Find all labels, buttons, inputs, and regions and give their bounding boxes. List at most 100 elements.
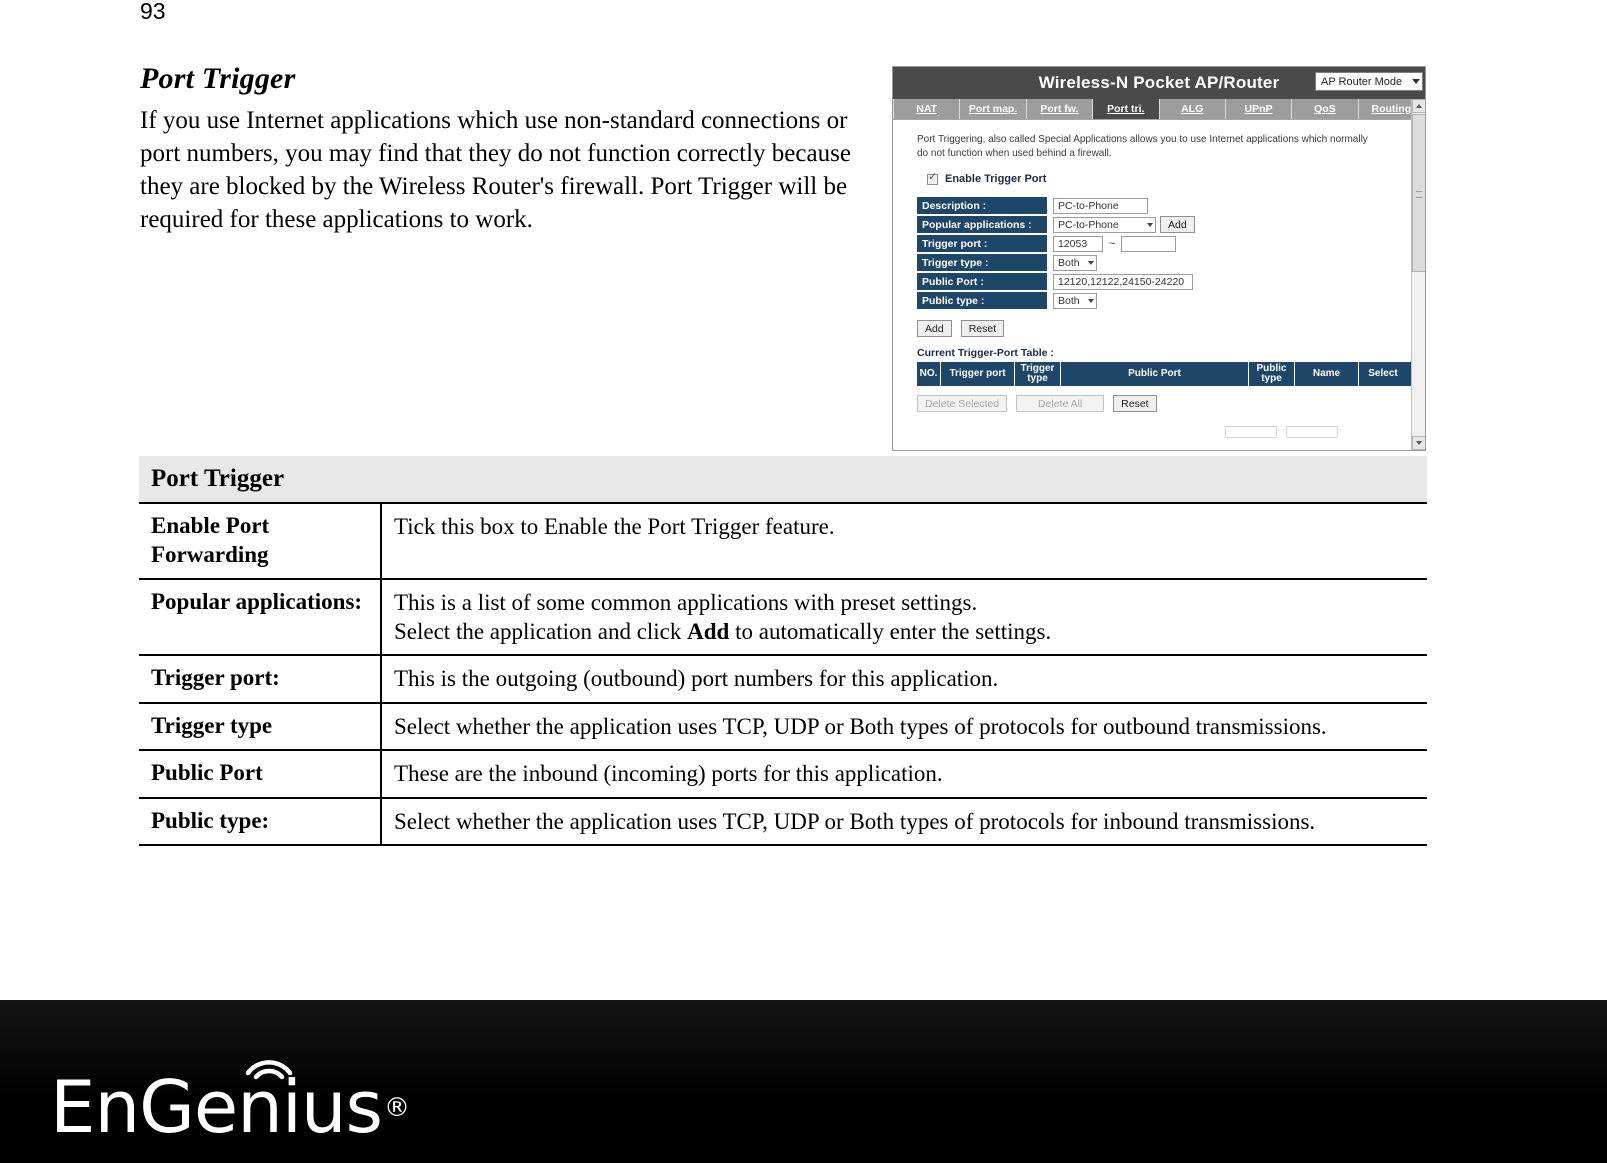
- tab-alg[interactable]: ALG: [1159, 99, 1226, 119]
- table-action-buttons: Delete Selected Delete All Reset: [917, 395, 1413, 412]
- chevron-down-icon: [1412, 79, 1420, 84]
- row-key-trigger-port: Trigger port:: [139, 655, 382, 704]
- section-paragraph: If you use Internet applications which u…: [140, 107, 851, 233]
- tab-qos[interactable]: QoS: [1292, 99, 1359, 119]
- table-reset-button[interactable]: Reset: [1113, 395, 1157, 412]
- public-port-input[interactable]: 12120,12122,24150-24220: [1053, 273, 1193, 290]
- router-web-ui-screenshot: Wireless-N Pocket AP/Router AP Router Mo…: [892, 66, 1426, 451]
- public-type-select[interactable]: Both: [1053, 292, 1097, 309]
- enable-trigger-port-row[interactable]: Enable Trigger Port: [927, 172, 1413, 185]
- port-trigger-form: Description : PC-to-Phone Popular applic…: [917, 197, 1413, 309]
- form-row-public-port: Public Port : 12120,12122,24150-24220: [917, 273, 1413, 290]
- scroll-down-arrow-icon[interactable]: [1412, 436, 1425, 450]
- operation-mode-select[interactable]: AP Router Mode: [1315, 72, 1423, 91]
- column-trigger-port: Trigger port: [941, 362, 1015, 386]
- scrollbar-thumb[interactable]: [1412, 114, 1425, 272]
- column-public-type: Public type: [1249, 362, 1295, 386]
- table-caption-row: Port Trigger: [139, 456, 1427, 504]
- tab-port-fw[interactable]: Port fw.: [1026, 99, 1094, 119]
- tab-upnp[interactable]: UPnP: [1225, 99, 1293, 119]
- trigger-port-table-title: Current Trigger-Port Table :: [917, 347, 1054, 359]
- trigger-port-from-input[interactable]: 12053: [1053, 235, 1103, 252]
- form-row-public-type: Public type : Both: [917, 292, 1413, 309]
- cutoff-buttons-row: [1225, 426, 1413, 438]
- popular-applications-add-button[interactable]: Add: [1160, 216, 1195, 233]
- row-value-trigger-type: Select whether the application uses TCP,…: [381, 702, 1427, 752]
- row-value-public-type: Select whether the application uses TCP,…: [381, 797, 1427, 847]
- popular-applications-select[interactable]: PC-to-Phone: [1053, 216, 1156, 233]
- table-caption: Port Trigger: [139, 456, 1427, 504]
- column-name: Name: [1295, 362, 1359, 386]
- trigger-type-select[interactable]: Both: [1053, 254, 1097, 271]
- table-row: Trigger type Select whether the applicat…: [139, 702, 1427, 752]
- tab-nat[interactable]: NAT: [893, 99, 961, 119]
- router-product-title: Wireless-N Pocket AP/Router: [1038, 73, 1280, 92]
- table-row: Public type: Select whether the applicat…: [139, 797, 1427, 847]
- row-value-popular-applications: This is a list of some common applicatio…: [381, 578, 1427, 657]
- tab-port-tri[interactable]: Port tri.: [1093, 99, 1160, 119]
- form-row-popular-applications: Popular applications : PC-to-Phone Add: [917, 216, 1413, 233]
- public-type-value: Both: [1058, 294, 1080, 307]
- row-value-trigger-port: This is the outgoing (outbound) port num…: [381, 655, 1427, 704]
- range-separator: ~: [1109, 237, 1116, 250]
- popular-applications-line-1: This is a list of some common applicatio…: [394, 589, 978, 615]
- port-trigger-intro-text: Port Triggering, also called Special App…: [917, 134, 1368, 159]
- form-row-trigger-port: Trigger port : 12053 ~: [917, 235, 1413, 252]
- tab-port-map[interactable]: Port map.: [960, 99, 1027, 119]
- registered-trademark-symbol: ®: [384, 1092, 410, 1123]
- add-button[interactable]: Add: [917, 320, 952, 337]
- document-section: Port Trigger If you use Internet applica…: [140, 62, 870, 236]
- public-type-label: Public type :: [917, 292, 1047, 309]
- router-page-body: Port Triggering, also called Special App…: [893, 120, 1425, 450]
- row-key-public-port: Public Port: [139, 750, 382, 799]
- form-row-description: Description : PC-to-Phone: [917, 197, 1413, 214]
- add-keyword: Add: [687, 618, 730, 644]
- trigger-type-label: Trigger type :: [917, 254, 1047, 271]
- row-key-enable-port-forwarding: Enable Port Forwarding: [139, 503, 382, 580]
- trigger-port-to-input[interactable]: [1121, 235, 1177, 252]
- vertical-scrollbar[interactable]: [1411, 99, 1425, 450]
- table-row: Enable Port Forwarding Tick this box to …: [139, 503, 1427, 580]
- description-input[interactable]: PC-to-Phone: [1053, 197, 1148, 214]
- page-footer: EnGenius ®: [0, 997, 1607, 1163]
- row-key-popular-applications: Popular applications:: [139, 578, 382, 657]
- public-port-label: Public Port :: [917, 273, 1047, 290]
- field-description-table: Port Trigger Enable Port Forwarding Tick…: [139, 456, 1427, 847]
- trigger-type-value: Both: [1058, 256, 1080, 269]
- section-heading: Port Trigger: [140, 62, 296, 95]
- row-value-enable-port-forwarding: Tick this box to Enable the Port Trigger…: [381, 503, 1427, 580]
- router-nav-tabs[interactable]: NAT Port map. Port fw. Port tri. ALG UPn…: [893, 99, 1425, 120]
- column-trigger-type: Trigger type: [1015, 362, 1061, 386]
- router-header-bar: Wireless-N Pocket AP/Router AP Router Mo…: [893, 67, 1425, 99]
- cutoff-button-right: [1286, 426, 1338, 438]
- delete-all-button[interactable]: Delete All: [1016, 395, 1105, 412]
- cutoff-button-left: [1225, 426, 1277, 438]
- row-key-public-type: Public type:: [139, 797, 382, 847]
- enable-trigger-port-label: Enable Trigger Port: [945, 173, 1047, 185]
- popular-applications-value: PC-to-Phone: [1058, 218, 1119, 231]
- column-no: NO.: [917, 362, 941, 386]
- scroll-up-arrow-icon[interactable]: [1412, 99, 1425, 113]
- page-number: 93: [140, 0, 166, 24]
- popular-applications-line-2: Select the application and click Add to …: [394, 618, 1052, 644]
- chevron-down-icon: [1147, 222, 1153, 227]
- form-row-trigger-type: Trigger type : Both: [917, 254, 1413, 271]
- column-public-port: Public Port: [1061, 362, 1249, 386]
- column-select: Select: [1368, 367, 1398, 379]
- trigger-port-label: Trigger port :: [917, 235, 1047, 252]
- popular-applications-label: Popular applications :: [917, 216, 1047, 233]
- reset-button[interactable]: Reset: [960, 320, 1005, 337]
- engenius-wordmark: EnGenius: [50, 1059, 383, 1143]
- enable-trigger-port-checkbox[interactable]: [927, 172, 938, 185]
- wifi-signal-icon: [245, 1059, 293, 1079]
- row-value-public-port: These are the inbound (incoming) ports f…: [381, 750, 1427, 799]
- table-row: Public Port These are the inbound (incom…: [139, 750, 1427, 799]
- description-label: Description :: [917, 197, 1047, 214]
- table-row: Trigger port: This is the outgoing (outb…: [139, 655, 1427, 704]
- table-row: Popular applications: This is a list of …: [139, 578, 1427, 657]
- row-key-trigger-type: Trigger type: [139, 702, 382, 752]
- engenius-logo: EnGenius ®: [50, 1059, 410, 1143]
- trigger-port-table-header: NO. Trigger port Trigger type Public Por…: [917, 362, 1413, 386]
- form-action-buttons: Add Reset: [917, 320, 1413, 337]
- delete-selected-button[interactable]: Delete Selected: [917, 395, 1008, 412]
